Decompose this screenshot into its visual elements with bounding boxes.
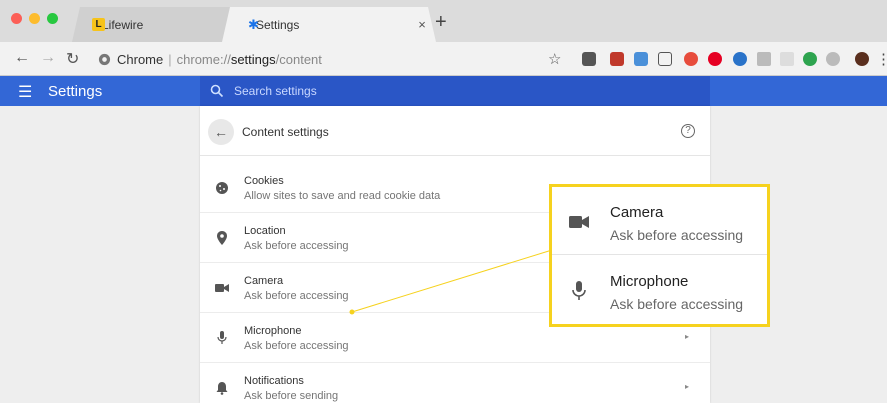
callout-subtitle: Ask before accessing bbox=[610, 296, 744, 312]
callout-row-microphone: Microphone Ask before accessing bbox=[552, 256, 767, 324]
callout-subtitle: Ask before accessing bbox=[610, 227, 744, 243]
camera-icon bbox=[568, 211, 590, 233]
callout-title: Camera bbox=[610, 204, 664, 221]
zoom-callout: Camera Ask before accessing Microphone A… bbox=[549, 184, 770, 327]
callout-row-camera: Camera Ask before accessing bbox=[552, 187, 767, 255]
callout-title: Microphone bbox=[610, 273, 689, 290]
microphone-icon bbox=[568, 280, 590, 302]
